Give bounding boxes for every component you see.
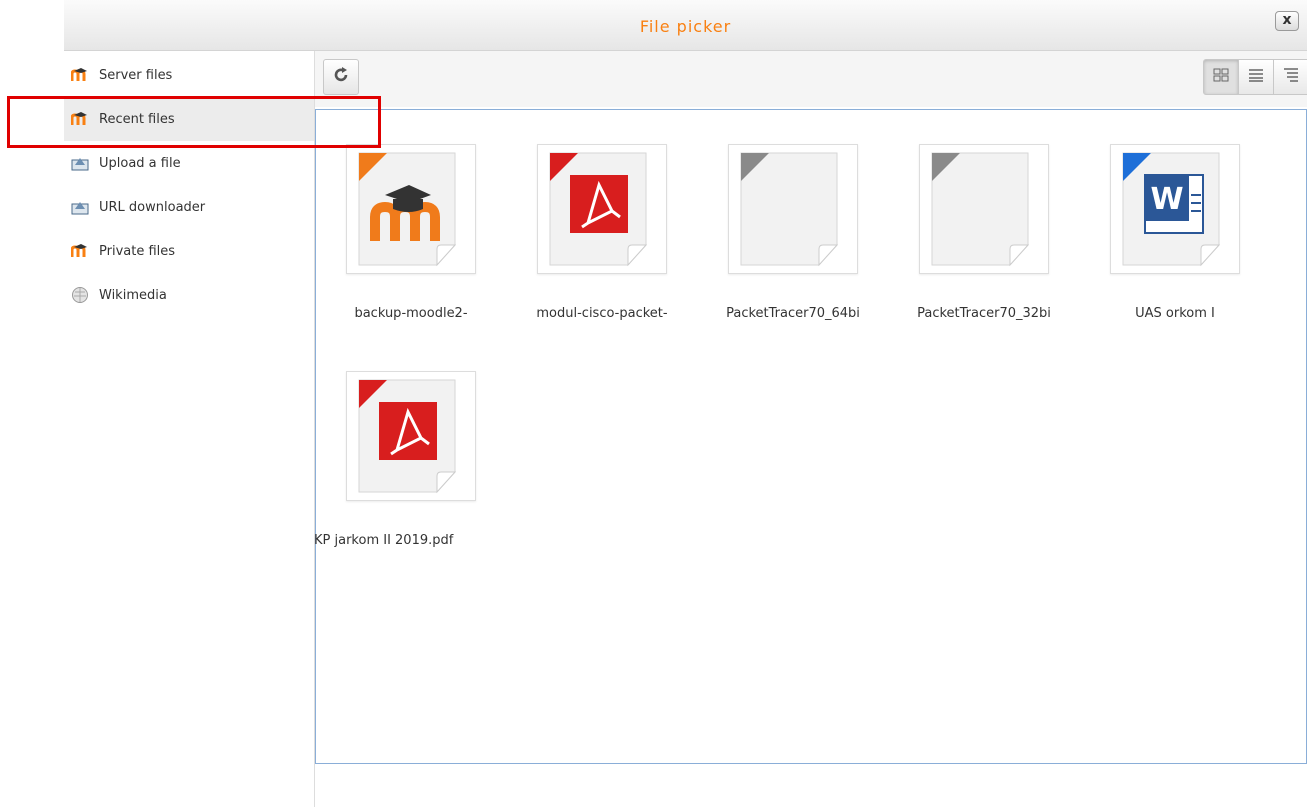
file-item[interactable]: PacketTracer70_64bi <box>698 144 860 334</box>
file-name: UAS orkom I <box>1135 306 1215 321</box>
file-thumbnail <box>537 144 667 274</box>
view-switcher <box>1203 59 1307 95</box>
dialog-title: File picker <box>639 17 732 36</box>
svg-text:W: W <box>1150 182 1183 217</box>
tree-view-button[interactable] <box>1273 59 1307 95</box>
icon-view-button[interactable] <box>1203 59 1239 95</box>
file-name: modul-cisco-packet- <box>536 306 668 321</box>
sidebar-item-label: Wikimedia <box>99 287 167 303</box>
file-item[interactable]: PacketTracer70_32bi <box>889 144 1051 334</box>
toolbar <box>315 51 1307 107</box>
sidebar-item-label: Server files <box>99 67 173 83</box>
file-thumbnail: W <box>1110 144 1240 274</box>
wikimedia-icon <box>71 286 89 304</box>
sidebar-item-wikimedia[interactable]: Wikimedia <box>64 273 314 317</box>
close-button[interactable]: x <box>1275 11 1299 31</box>
moodle-icon <box>71 66 89 84</box>
list-view-button[interactable] <box>1238 59 1274 95</box>
sidebar-item-label: Upload a file <box>99 155 181 171</box>
footer-area <box>315 764 1307 807</box>
tree-view-icon <box>1283 67 1299 87</box>
file-item[interactable]: modul-cisco-packet- <box>507 144 668 334</box>
title-bar: File picker x <box>64 0 1307 51</box>
file-thumbnail <box>919 144 1049 274</box>
file-item[interactable]: W UAS orkom I <box>1080 144 1240 334</box>
sidebar-item-url-downloader[interactable]: URL downloader <box>64 185 314 229</box>
sidebar-item-label: Recent files <box>99 111 175 127</box>
file-browser-pane: backup-moodle2- modul-cisco-packet- Pack… <box>314 51 1307 807</box>
sidebar-item-upload-a-file[interactable]: Upload a file <box>64 141 314 185</box>
sidebar-item-label: URL downloader <box>99 199 206 215</box>
file-name: KP jarkom II 2019.pdf <box>314 533 454 548</box>
upload-icon <box>71 198 89 216</box>
repository-sidebar: Server files Recent files Upload a file … <box>64 51 315 807</box>
moodle-icon <box>71 242 89 260</box>
file-thumbnail <box>346 371 476 501</box>
sidebar-item-recent-files[interactable]: Recent files <box>64 97 314 141</box>
sidebar-item-label: Private files <box>99 243 176 259</box>
refresh-icon <box>332 66 350 88</box>
icon-view-icon <box>1213 67 1229 87</box>
file-item[interactable]: KP jarkom II 2019.pdf <box>314 371 476 561</box>
file-name: PacketTracer70_32bi <box>917 306 1051 321</box>
list-view-icon <box>1248 67 1264 87</box>
moodle-icon <box>71 110 89 128</box>
refresh-button[interactable] <box>323 59 359 95</box>
file-picker-dialog: File picker x Server files Recent files … <box>64 0 1307 807</box>
file-name: backup-moodle2- <box>354 306 468 321</box>
file-item[interactable]: backup-moodle2- <box>316 144 476 334</box>
file-name: PacketTracer70_64bi <box>726 306 860 321</box>
upload-icon <box>71 154 89 172</box>
file-thumbnail <box>346 144 476 274</box>
sidebar-item-server-files[interactable]: Server files <box>64 53 314 97</box>
sidebar-item-private-files[interactable]: Private files <box>64 229 314 273</box>
file-thumbnail <box>728 144 858 274</box>
file-area: backup-moodle2- modul-cisco-packet- Pack… <box>314 109 1307 764</box>
